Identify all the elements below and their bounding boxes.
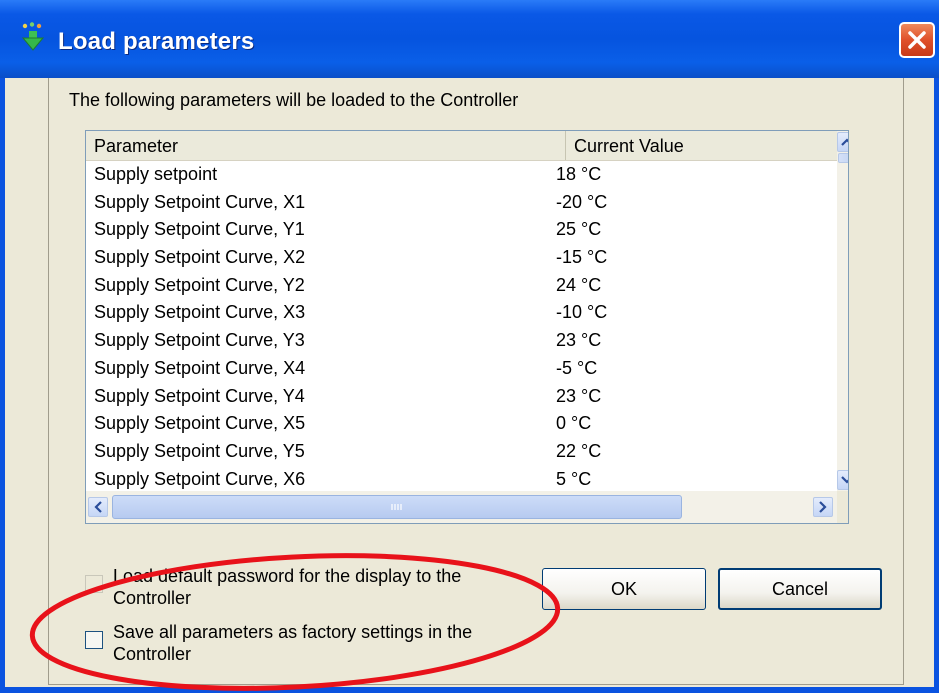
ok-button[interactable]: OK [542, 568, 706, 610]
parameter-name: Supply Setpoint Curve, X5 [94, 413, 306, 434]
parameter-list[interactable]: Parameter Current Value Supply setpoint 1… [85, 130, 849, 524]
scroll-left-button[interactable] [88, 497, 108, 517]
parameter-value: -20 °C [556, 191, 608, 212]
parameter-value: 18 °C [556, 164, 602, 184]
parameter-value: 23 °C [556, 330, 602, 351]
chevron-up-icon [841, 138, 848, 146]
list-rows: Supply setpoint 18 °C Supply Setpoint Cur… [86, 161, 846, 493]
list-item[interactable]: Supply Setpoint Curve, X2 -15 °C [86, 244, 846, 272]
dialog-body: The following parameters will be loaded … [5, 78, 934, 687]
parameter-name: Supply Setpoint Curve, Y3 [94, 330, 305, 351]
title-bar[interactable]: Load parameters [0, 0, 939, 78]
scroll-down-button[interactable] [837, 470, 848, 490]
list-item[interactable]: Supply Setpoint Curve, X4 -5 °C [86, 355, 846, 383]
intro-text: The following parameters will be loaded … [69, 90, 519, 110]
list-item[interactable]: Supply Setpoint Curve, Y3 23 °C [86, 327, 846, 355]
list-item[interactable]: Supply setpoint 18 °C [86, 161, 846, 189]
parameter-name: Supply setpoint [94, 164, 218, 184]
save-factory-settings-checkbox[interactable] [85, 631, 103, 649]
scroll-up-button[interactable] [837, 132, 848, 152]
list-item[interactable]: Supply Setpoint Curve, Y2 24 °C [86, 272, 846, 300]
save-factory-settings-option[interactable]: Save all parameters as factory settings … [85, 621, 513, 665]
parameter-value: 25 °C [556, 219, 602, 240]
scrollbar-corner [837, 491, 848, 523]
list-item[interactable]: Supply Setpoint Curve, Y1 25 °C [86, 216, 846, 244]
load-arrow-icon [21, 22, 45, 51]
list-item[interactable]: Supply Setpoint Curve, Y5 22 °C [86, 438, 846, 466]
parameter-name: Supply Setpoint Curve, X4 [94, 357, 306, 378]
parameter-value: -15 °C [556, 247, 608, 268]
parameter-value: -5 °C [556, 357, 598, 378]
vertical-scrollbar[interactable] [837, 131, 848, 491]
vertical-scroll-thumb[interactable] [838, 153, 848, 163]
parameter-name: Supply Setpoint Curve, X3 [94, 302, 306, 323]
dialog-window: Load parameters The following parameters… [0, 0, 939, 693]
cancel-button[interactable]: Cancel [718, 568, 882, 610]
scroll-right-button[interactable] [813, 497, 833, 517]
horizontal-scrollbar[interactable] [86, 491, 837, 523]
list-item[interactable]: Supply Setpoint Curve, X1 -20 °C [86, 189, 846, 217]
parameter-name: Supply Setpoint Curve, Y4 [94, 385, 305, 406]
parameter-value: -10 °C [556, 302, 608, 323]
load-default-password-checkbox[interactable] [85, 575, 103, 593]
column-header-current-value[interactable]: Current Value [566, 131, 846, 160]
parameter-name: Supply Setpoint Curve, X1 [94, 191, 306, 212]
list-item[interactable]: Supply Setpoint Curve, X3 -10 °C [86, 299, 846, 327]
parameter-value: 23 °C [556, 385, 602, 406]
dialog-title: Load parameters [58, 28, 255, 55]
list-header: Parameter Current Value [86, 131, 846, 161]
chevron-right-icon [819, 501, 827, 513]
chevron-down-icon [841, 476, 848, 484]
save-factory-settings-label: Save all parameters as factory settings … [113, 622, 473, 664]
load-default-password-option[interactable]: Load default password for the display to… [85, 565, 513, 609]
close-icon [908, 31, 926, 49]
parameter-name: Supply Setpoint Curve, Y5 [94, 440, 305, 461]
list-item[interactable]: Supply Setpoint Curve, Y4 23 °C [86, 383, 846, 411]
parameter-value: 24 °C [556, 274, 602, 295]
close-button[interactable] [899, 22, 935, 58]
list-item[interactable]: Supply Setpoint Curve, X5 0 °C [86, 410, 846, 438]
parameter-name: Supply Setpoint Curve, Y1 [94, 219, 305, 240]
parameter-value: 22 °C [556, 440, 602, 461]
list-item[interactable]: Supply Setpoint Curve, X6 5 °C [86, 466, 846, 494]
parameter-name: Supply Setpoint Curve, X2 [94, 247, 306, 268]
column-header-parameter[interactable]: Parameter [86, 131, 566, 160]
parameter-value: 0 °C [556, 413, 592, 434]
grip-icon [391, 504, 402, 510]
chevron-left-icon [94, 501, 102, 513]
parameter-value: 5 °C [556, 468, 592, 489]
parameter-name: Supply Setpoint Curve, Y2 [94, 274, 305, 295]
load-default-password-label: Load default password for the display to… [113, 566, 462, 608]
horizontal-scroll-thumb[interactable] [112, 495, 682, 519]
parameter-name: Supply Setpoint Curve, X6 [94, 468, 306, 489]
